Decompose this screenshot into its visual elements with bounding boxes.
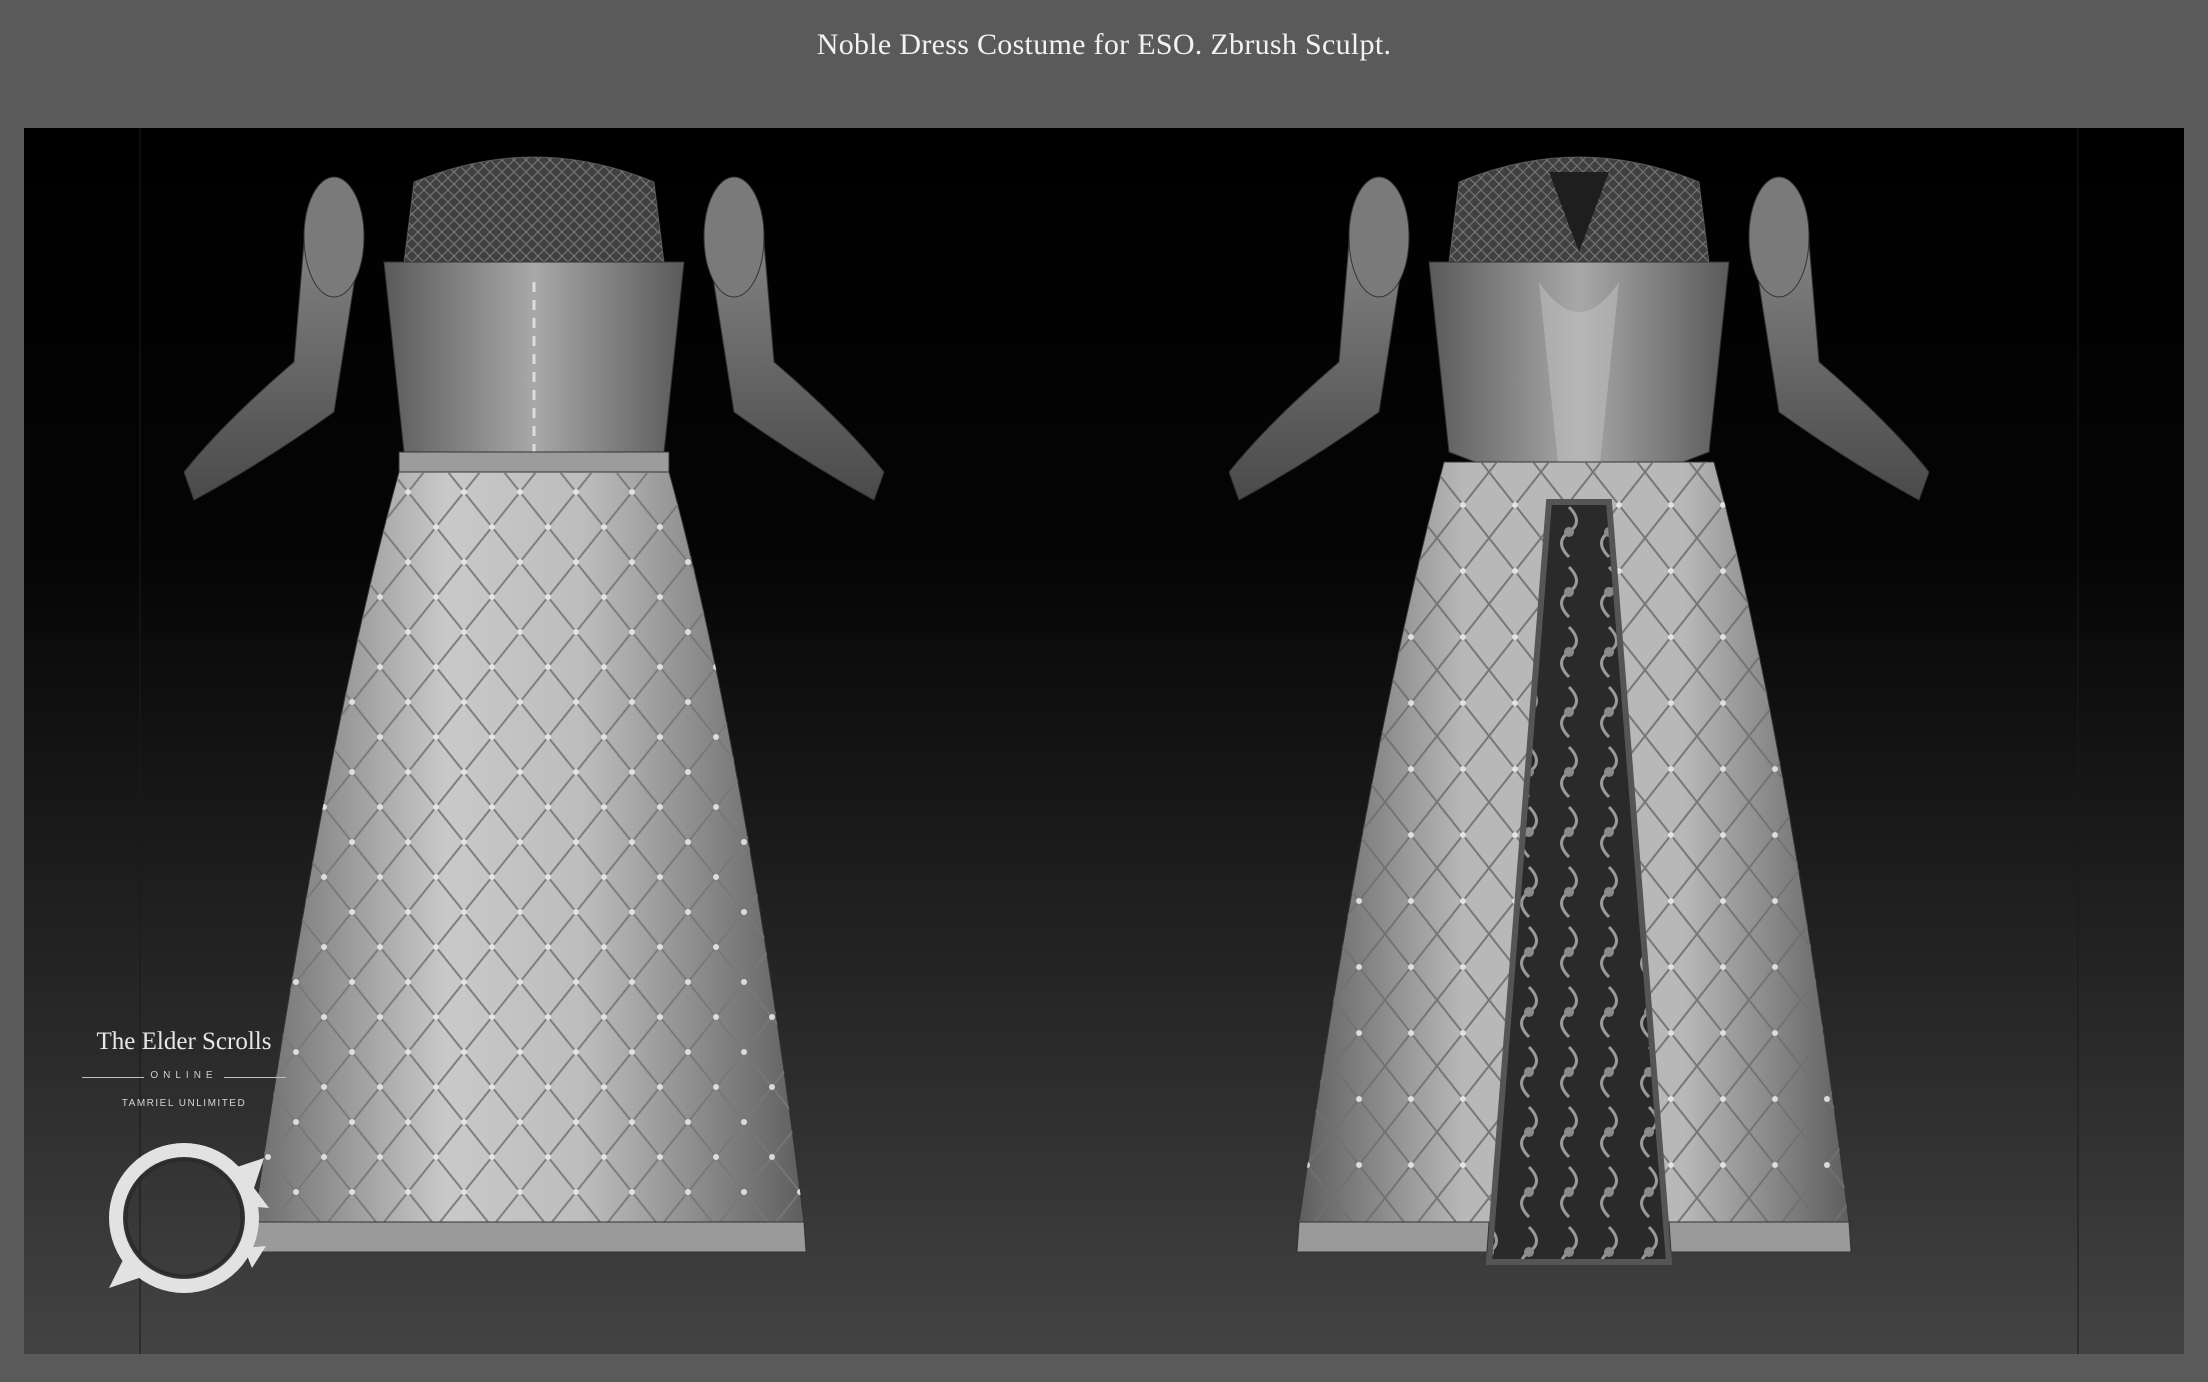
page-title: Noble Dress Costume for ESO. Zbrush Scul… (816, 28, 1392, 61)
logo-subtitle: TAMRIEL UNLIMITED (121, 1098, 247, 1109)
page: Noble Dress Costume for ESO. Zbrush Scul… (0, 0, 2208, 1382)
logo-online: ONLINE (150, 1070, 218, 1081)
logo-title: The Elder Scrolls (96, 1028, 272, 1055)
dress-front-view (1229, 156, 1930, 1265)
ouroboros-icon (109, 1143, 269, 1293)
logo-rule-right (224, 1077, 286, 1078)
eso-logo: The Elder Scrolls ONLINE TAMRIEL UNLIMIT… (64, 1028, 304, 1348)
dress-back-view (184, 156, 885, 1253)
render-canvas: The Elder Scrolls ONLINE TAMRIEL UNLIMIT… (24, 128, 2184, 1354)
